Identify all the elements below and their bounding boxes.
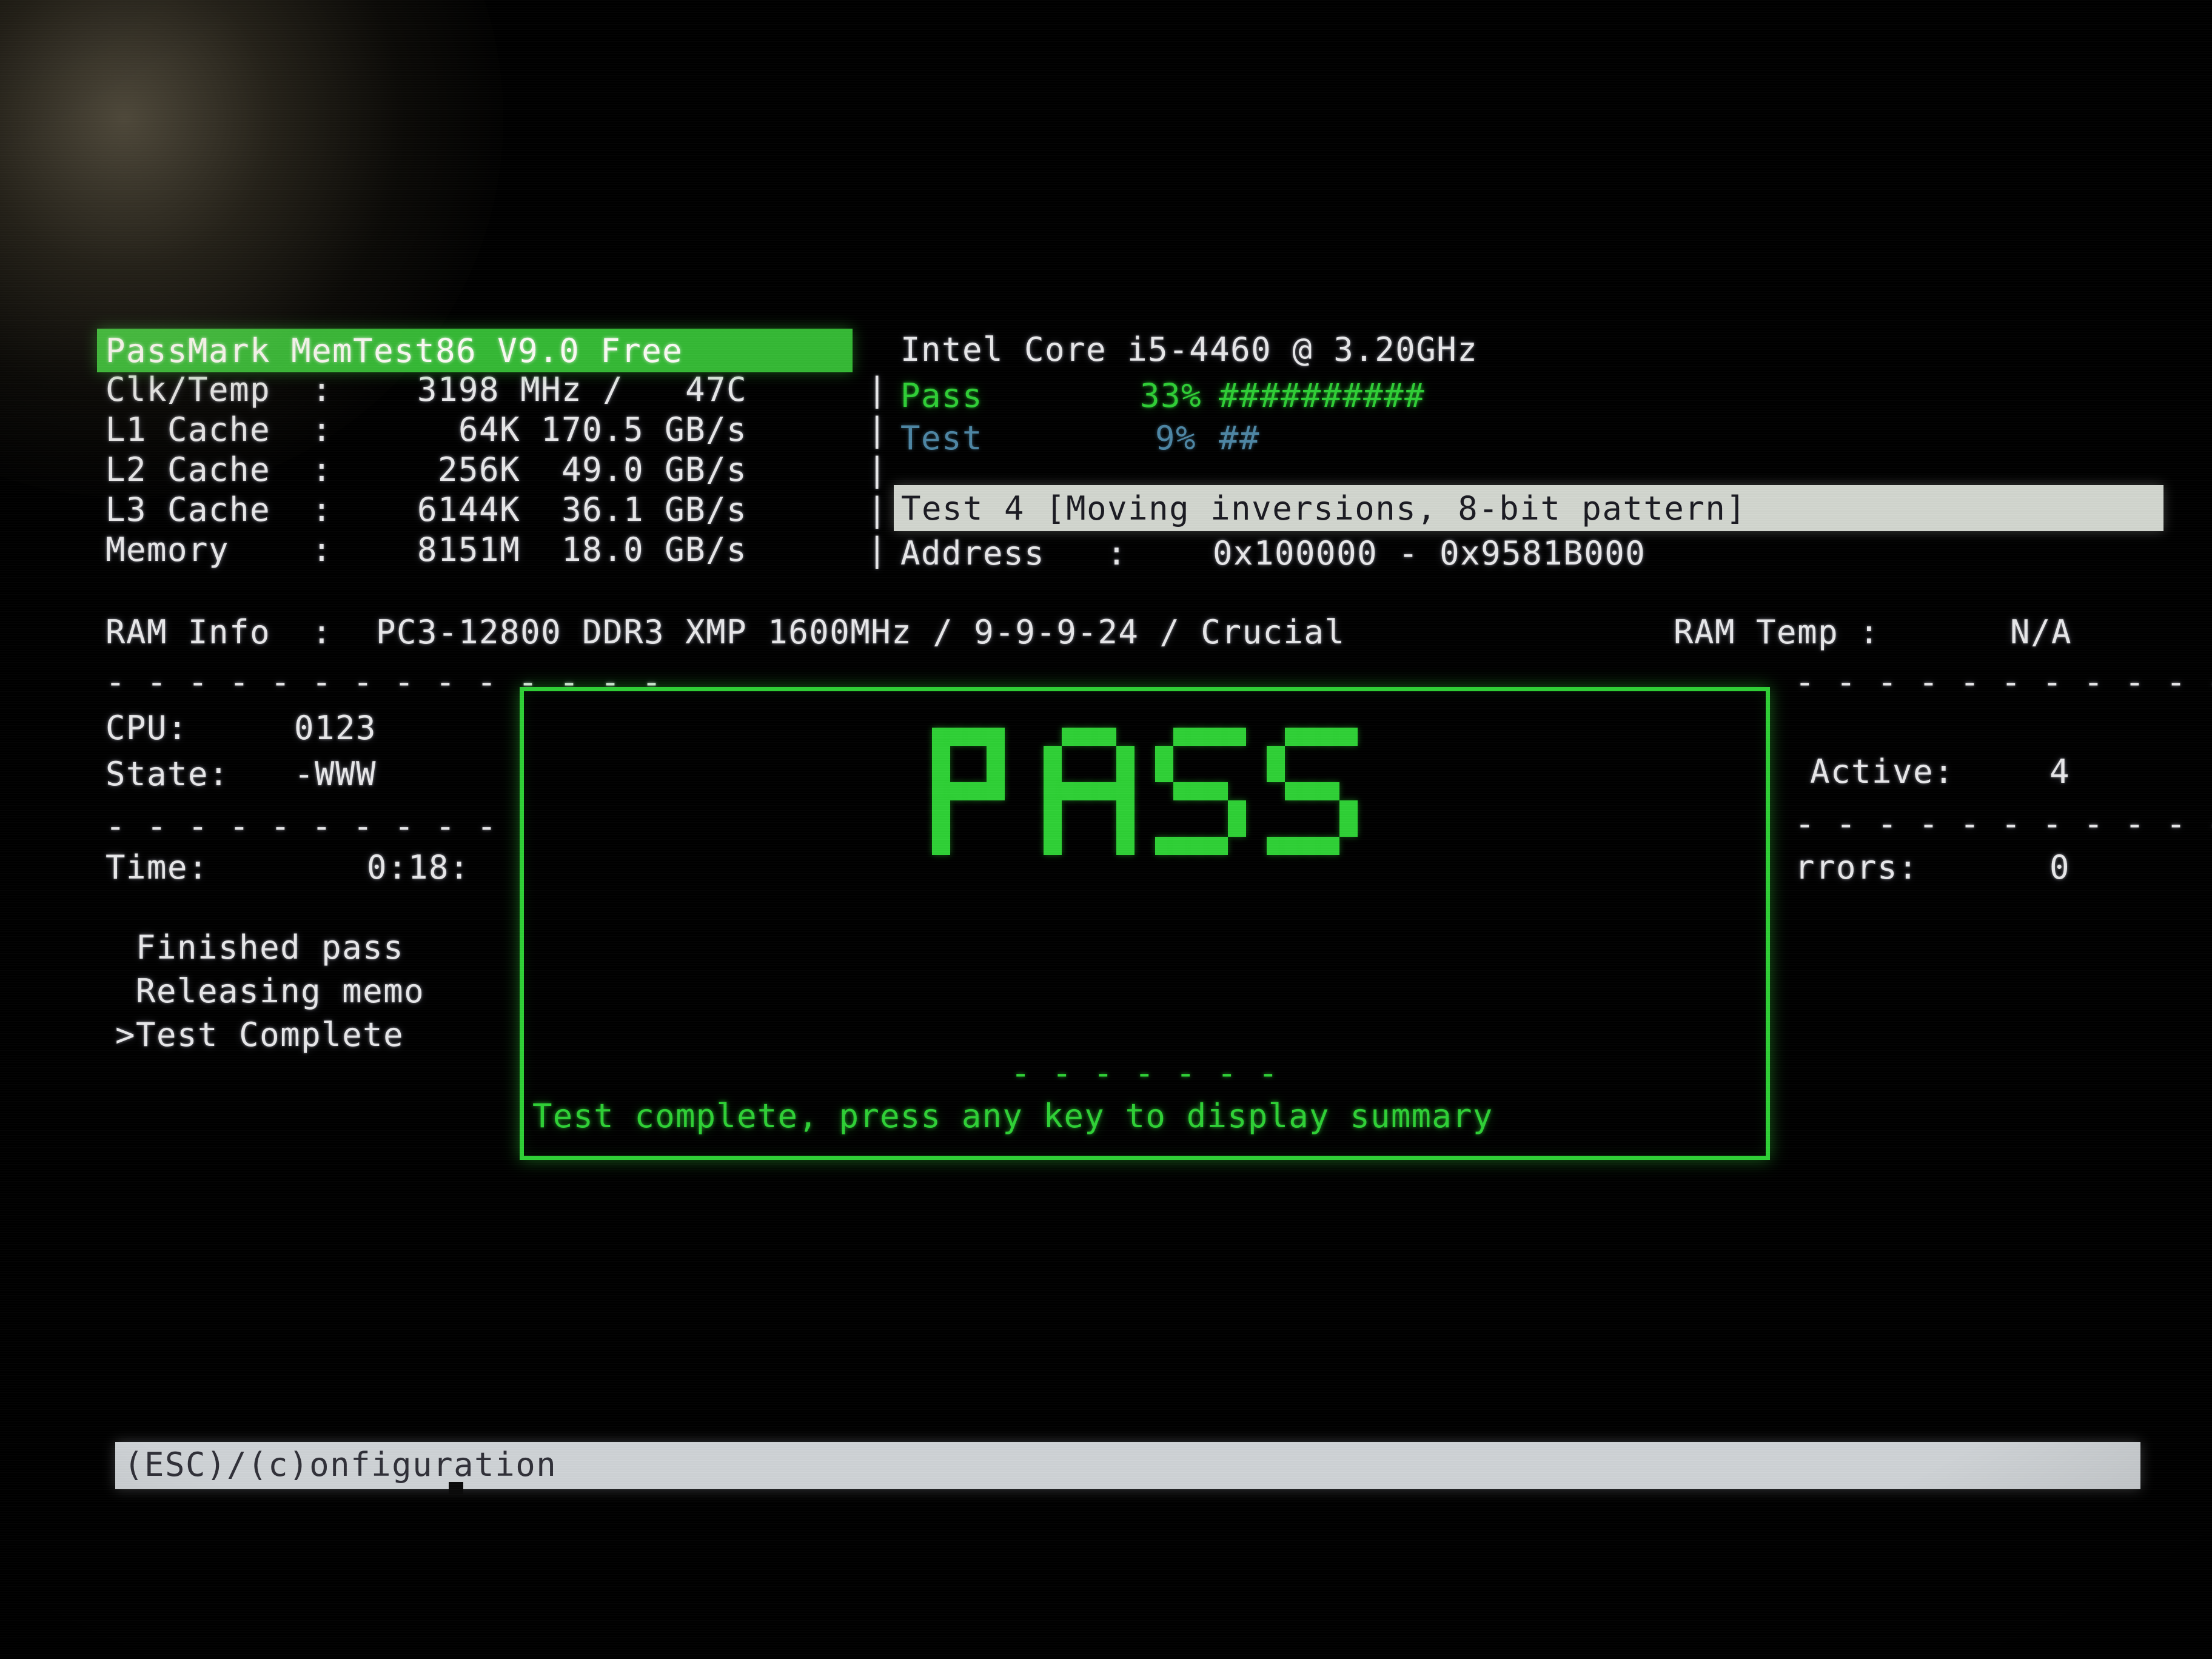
app-title: PassMark MemTest86 V9.0 Free: [106, 332, 683, 370]
cpu-model-label: Intel Core i5-4460 @ 3.20GHz: [900, 330, 1478, 369]
l1-cache-label: L1 Cache :: [106, 411, 333, 449]
l3-cache-value: 6144K 36.1 GB/s: [376, 491, 748, 529]
ram-info-value: PC3-12800 DDR3 XMP 1600MHz / 9-9-9-24 / …: [376, 613, 1346, 651]
clk-temp-label: Clk/Temp :: [106, 370, 333, 409]
configuration-hint[interactable]: (ESC)/(c)onfiguration: [124, 1445, 557, 1485]
l1-cache-value: 64K 170.5 GB/s: [376, 411, 748, 449]
address-range-label: Address :: [900, 534, 1128, 572]
l2-cache-value: 256K 49.0 GB/s: [376, 451, 748, 489]
l2-cache-label: L2 Cache :: [106, 451, 333, 489]
pass-result-dialog: - - - - - - - Test complete, press any k…: [520, 687, 1770, 1160]
column-divider-pipe: |: [867, 370, 888, 409]
pass-dialog-separator: - - - - - - -: [1010, 1054, 1279, 1092]
right-separator-bottom: - - - - - - - - - - - - -: [1795, 805, 2212, 843]
pass-dialog-message: Test complete, press any key to display …: [532, 1097, 1493, 1135]
right-separator-top: - - - - - - - - - - - - -: [1795, 663, 2212, 701]
test-progress-bar: ##: [1219, 419, 1261, 457]
clk-temp-value: 3198 MHz / 47C: [376, 370, 748, 409]
current-test-bar: Test 4 [Moving inversions, 8-bit pattern…: [894, 485, 2163, 531]
cpu-mask-label: CPU:: [106, 709, 189, 747]
elapsed-time-value: 0:18:: [367, 848, 471, 886]
pass-letter-s1: [1155, 728, 1246, 855]
column-divider-pipe: |: [867, 451, 888, 489]
elapsed-time-label: Time:: [106, 848, 209, 886]
app-title-bar: PassMark MemTest86 V9.0 Free: [97, 329, 853, 372]
log-line: >Test Complete: [115, 1016, 404, 1054]
l3-cache-label: L3 Cache :: [106, 491, 333, 529]
pass-letter-p: [932, 728, 1023, 855]
memtest86-screen: PassMark MemTest86 V9.0 Free Clk/Temp : …: [0, 0, 2212, 1659]
pass-progress-percent: 33%: [1140, 377, 1202, 415]
memory-value: 8151M 18.0 GB/s: [376, 531, 748, 569]
log-line: Releasing memo: [115, 972, 425, 1010]
cpu-state-value: -WWW: [294, 755, 377, 793]
status-bar-artifact: [449, 1482, 463, 1495]
bottom-status-bar[interactable]: (ESC)/(c)onfiguration: [115, 1442, 2140, 1489]
column-divider-pipe: |: [867, 491, 888, 529]
ram-temp-label: RAM Temp :: [1674, 613, 1880, 651]
pass-letter-a: [1044, 728, 1134, 855]
column-divider-pipe: |: [867, 411, 888, 449]
cpu-state-label: State:: [106, 755, 230, 793]
pass-headline: [524, 728, 1766, 855]
errors-value: 0: [2049, 848, 2071, 886]
address-range-value: 0x100000 - 0x9581B000: [1213, 534, 1646, 572]
ram-temp-value: N/A: [2010, 613, 2073, 651]
ram-info-label: RAM Info :: [106, 613, 333, 651]
errors-label: rrors:: [1795, 848, 1919, 886]
test-progress-percent: 9%: [1155, 419, 1197, 457]
pass-letter-s2: [1267, 728, 1358, 855]
test-progress-label: Test: [900, 419, 984, 457]
pass-progress-bar: ##########: [1219, 377, 1426, 415]
column-divider-pipe: |: [867, 531, 888, 569]
log-line: Finished pass: [115, 928, 404, 967]
active-cpus-value: 4: [2049, 752, 2071, 791]
memory-label: Memory :: [106, 531, 333, 569]
current-test-label: Test 4 [Moving inversions, 8-bit pattern…: [901, 489, 1747, 528]
pass-progress-label: Pass: [900, 377, 984, 415]
active-cpus-label: Active:: [1810, 752, 1955, 791]
cpu-mask-value: 0123: [294, 709, 377, 747]
